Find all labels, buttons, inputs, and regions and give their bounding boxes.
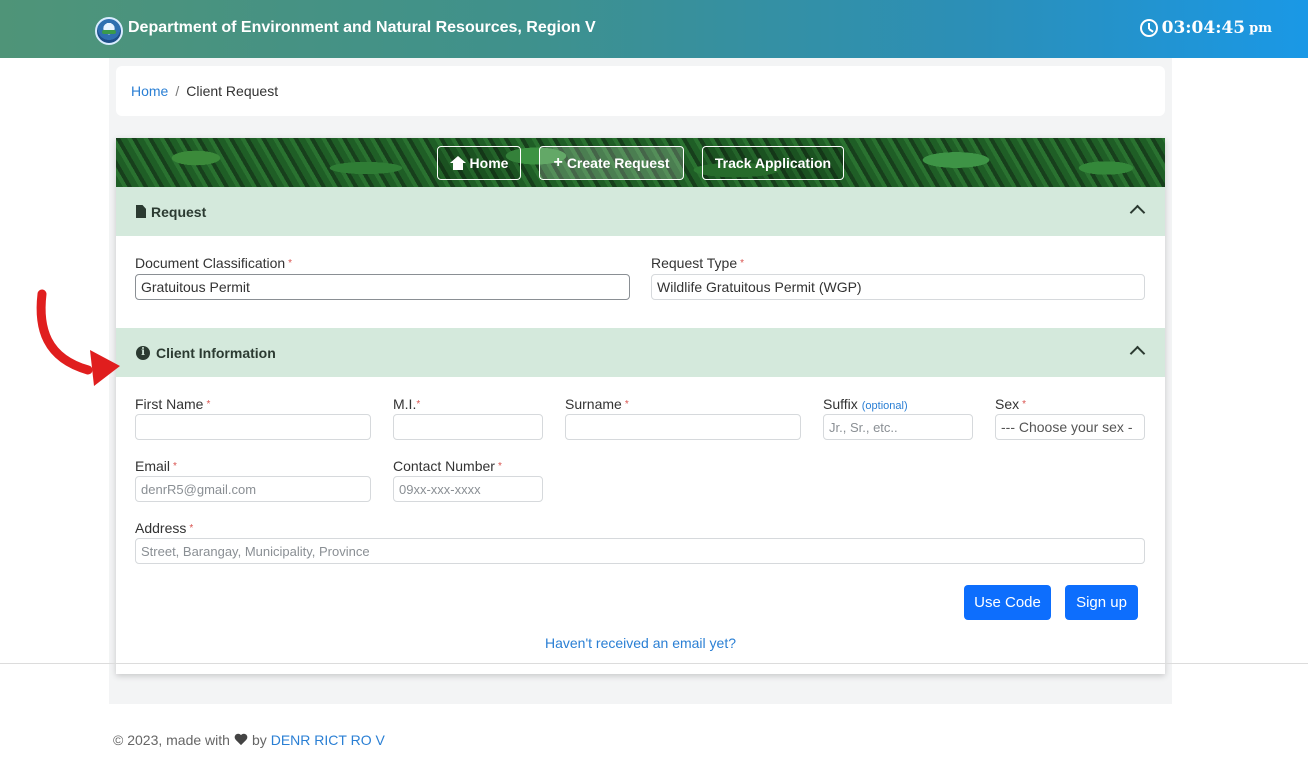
middle-initial-input[interactable] bbox=[393, 414, 543, 440]
chevron-up-icon[interactable] bbox=[1129, 345, 1146, 362]
clock-icon bbox=[1139, 19, 1158, 37]
nav-create-label: Create Request bbox=[566, 155, 670, 171]
clock-ampm: pm bbox=[1249, 20, 1272, 36]
breadcrumb-current: Client Request bbox=[186, 83, 279, 99]
email-label: Email * bbox=[135, 458, 177, 474]
top-navbar: Department of Environment and Natural Re… bbox=[0, 0, 1308, 58]
surname-label: Surname * bbox=[565, 396, 629, 412]
first-name-label: First Name * bbox=[135, 396, 211, 412]
request-card: Home + Create Request Track Application … bbox=[116, 138, 1165, 674]
resend-email-link[interactable]: Haven't received an email yet? bbox=[116, 635, 1165, 651]
page-divider bbox=[0, 663, 1308, 664]
surname-input[interactable] bbox=[565, 414, 801, 440]
request-section-header[interactable]: Request bbox=[116, 187, 1165, 236]
clock-time: 03:04:45 bbox=[1161, 18, 1246, 38]
denr-logo-icon bbox=[95, 17, 123, 45]
footer-denr-link[interactable]: DENR RICT RO V bbox=[271, 732, 385, 748]
footer: © 2023, made with by DENR RICT RO V bbox=[113, 732, 385, 748]
clock: 03:04:45 pm bbox=[1139, 18, 1272, 38]
document-classification-field[interactable] bbox=[135, 274, 630, 300]
file-icon bbox=[136, 205, 146, 218]
footer-copyright: © 2023, made with bbox=[113, 732, 230, 748]
sign-up-button[interactable]: Sign up bbox=[1065, 585, 1138, 620]
leaf-banner: Home + Create Request Track Application bbox=[116, 138, 1165, 187]
annotation-arrow-icon bbox=[36, 289, 120, 386]
breadcrumb: Home / Client Request bbox=[116, 66, 1165, 116]
home-icon bbox=[449, 156, 466, 170]
nav-home-button[interactable]: Home bbox=[437, 146, 521, 180]
email-input[interactable] bbox=[135, 476, 371, 502]
breadcrumb-home-link[interactable]: Home bbox=[131, 83, 168, 99]
request-section-title: Request bbox=[151, 203, 207, 220]
department-title: Department of Environment and Natural Re… bbox=[128, 19, 596, 36]
info-icon: i bbox=[136, 345, 150, 360]
contact-number-input[interactable] bbox=[393, 476, 543, 502]
contact-number-label: Contact Number * bbox=[393, 458, 502, 474]
use-code-button[interactable]: Use Code bbox=[964, 585, 1051, 620]
nav-track-application-button[interactable]: Track Application bbox=[702, 146, 844, 180]
nav-home-label: Home bbox=[469, 155, 509, 171]
request-type-field[interactable] bbox=[651, 274, 1145, 300]
heart-icon bbox=[234, 734, 248, 747]
sex-select[interactable]: --- Choose your sex - bbox=[995, 414, 1145, 440]
client-information-title: Client Information bbox=[156, 344, 276, 361]
suffix-label: Suffix (optional) bbox=[823, 396, 908, 412]
address-input[interactable] bbox=[135, 538, 1145, 564]
request-type-label: Request Type * bbox=[651, 255, 745, 271]
footer-by: by bbox=[251, 732, 267, 748]
breadcrumb-separator: / bbox=[175, 83, 180, 99]
first-name-input[interactable] bbox=[135, 414, 371, 440]
plus-icon: + bbox=[553, 154, 563, 171]
middle-initial-label: M.I.* bbox=[393, 396, 421, 412]
sex-label: Sex * bbox=[995, 396, 1027, 412]
document-classification-label: Document Classification * bbox=[135, 255, 293, 271]
nav-track-label: Track Application bbox=[714, 155, 832, 171]
suffix-input[interactable] bbox=[823, 414, 973, 440]
chevron-up-icon[interactable] bbox=[1129, 204, 1146, 221]
address-label: Address * bbox=[135, 520, 194, 536]
nav-create-request-button[interactable]: + Create Request bbox=[539, 146, 684, 180]
client-information-section-header[interactable]: i Client Information bbox=[116, 328, 1165, 377]
